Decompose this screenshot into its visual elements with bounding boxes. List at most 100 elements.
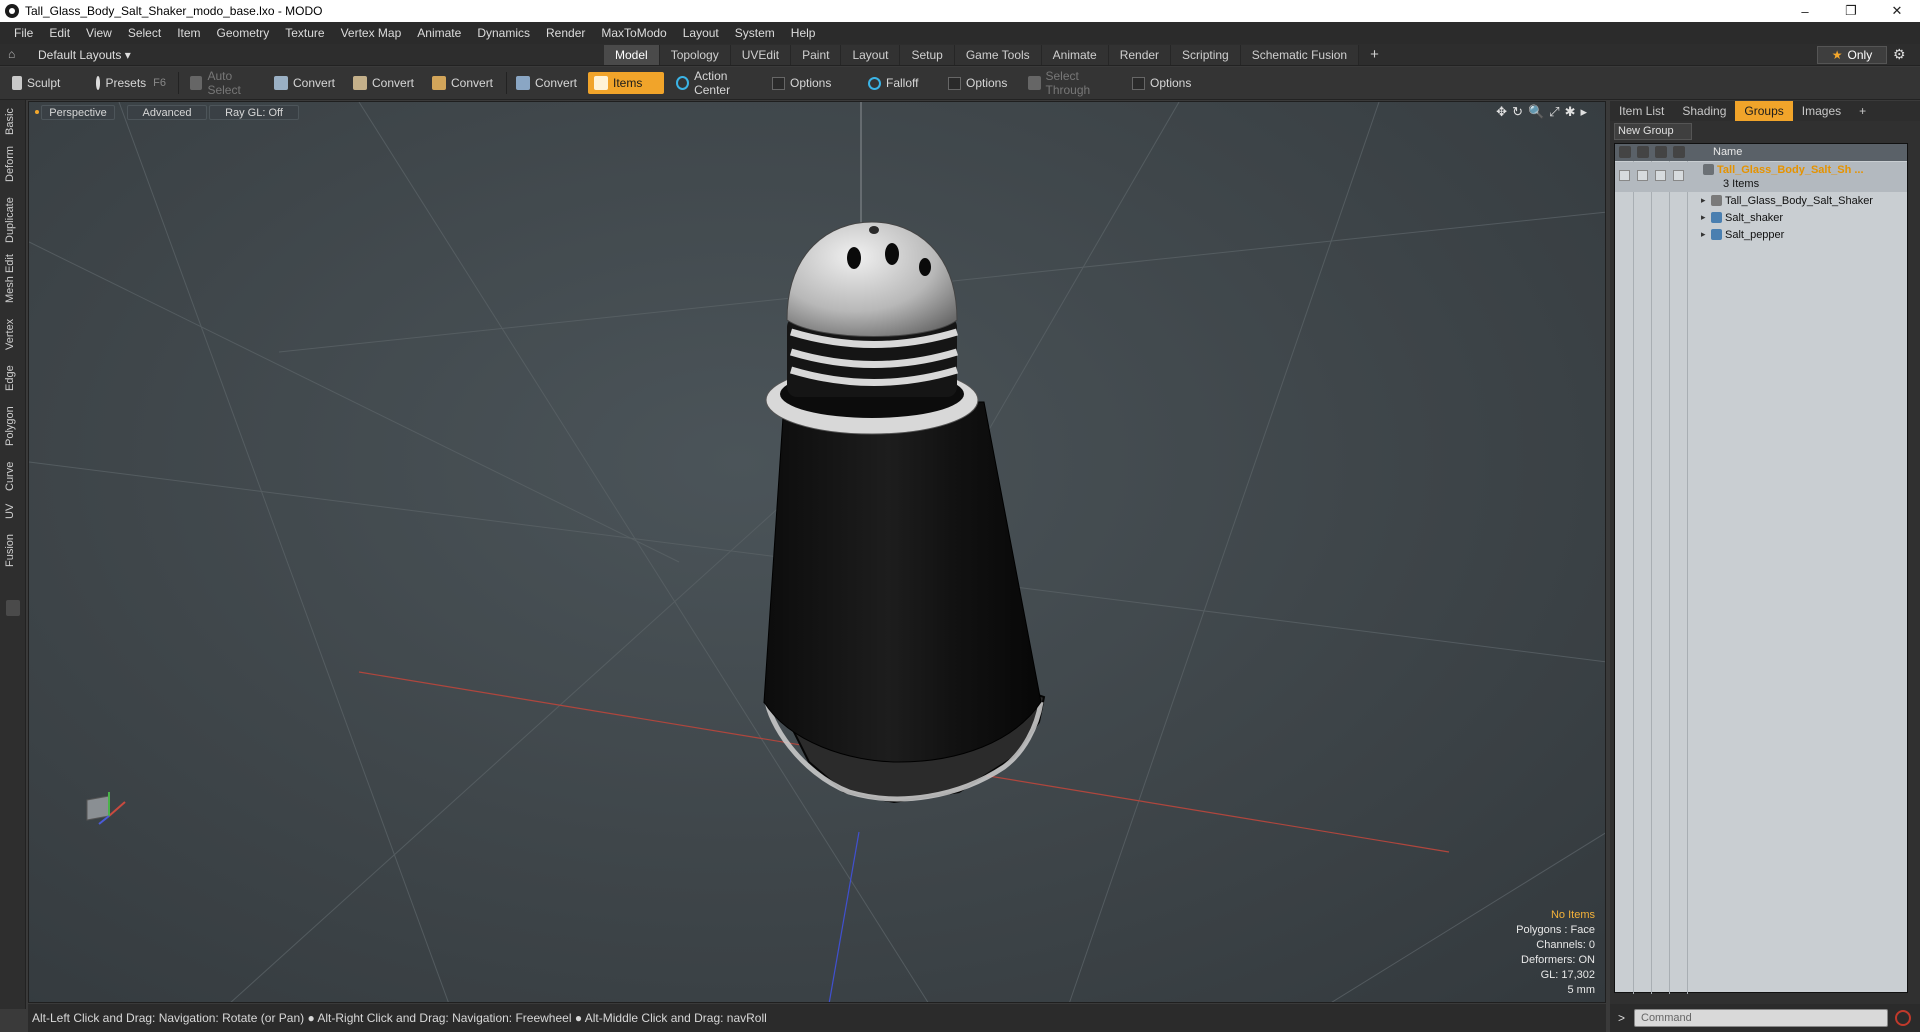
menu-edit[interactable]: Edit — [41, 26, 78, 40]
side-tab-basic[interactable]: Basic — [4, 106, 22, 138]
tab-topology[interactable]: Topology — [659, 45, 731, 65]
tab-game-tools[interactable]: Game Tools — [954, 45, 1042, 65]
expand-arrow-icon[interactable]: ▸ — [1580, 104, 1587, 120]
convert-polygon-button[interactable]: Convert — [426, 72, 504, 94]
add-panel-tab-button[interactable]: + — [1850, 101, 1875, 121]
viewport-settings-icon[interactable]: ✱ — [1565, 104, 1576, 120]
menu-file[interactable]: File — [6, 26, 41, 40]
menu-layout[interactable]: Layout — [675, 26, 727, 40]
select-through-options-button[interactable]: Options — [1126, 72, 1210, 94]
select-column-icon[interactable] — [1673, 146, 1685, 158]
stop-icon[interactable] — [1895, 1010, 1911, 1026]
visibility-toggle[interactable] — [1619, 170, 1630, 181]
menu-texture[interactable]: Texture — [277, 26, 332, 40]
tab-item-list[interactable]: Item List — [1610, 101, 1673, 121]
menu-bar: File Edit View Select Item Geometry Text… — [0, 22, 1920, 44]
side-tab-toggle-icon[interactable] — [6, 600, 20, 616]
tab-shading[interactable]: Shading — [1673, 101, 1735, 121]
name-column-header[interactable]: Name — [1713, 146, 1742, 158]
expand-arrow-icon[interactable]: ▸ — [1701, 212, 1706, 223]
list-item[interactable]: ▸ Salt_pepper — [1615, 227, 1907, 243]
restore-button[interactable]: ❐ — [1828, 0, 1874, 22]
new-group-button[interactable]: New Group — [1614, 123, 1692, 140]
tab-animate[interactable]: Animate — [1041, 45, 1109, 65]
command-input[interactable]: Command — [1634, 1009, 1888, 1027]
tab-paint[interactable]: Paint — [791, 45, 842, 65]
gear-icon[interactable]: ⚙ — [1893, 46, 1906, 63]
tab-setup[interactable]: Setup — [900, 45, 955, 65]
side-tab-vertex[interactable]: Vertex — [4, 314, 22, 354]
items-mode-button[interactable]: Items — [588, 72, 664, 94]
sculpt-button[interactable]: Sculpt — [6, 72, 88, 94]
action-center-options-button[interactable]: Options — [766, 72, 856, 94]
convert-vertex-button[interactable]: Convert — [268, 72, 346, 94]
menu-render[interactable]: Render — [538, 26, 593, 40]
select-toggle[interactable] — [1673, 170, 1684, 181]
tab-scripting[interactable]: Scripting — [1171, 45, 1241, 65]
tab-layout[interactable]: Layout — [841, 45, 901, 65]
menu-maxtomodo[interactable]: MaxToModo — [593, 26, 674, 40]
side-tab-uv[interactable]: UV — [4, 500, 22, 522]
rotate-icon[interactable]: ↻ — [1512, 104, 1523, 120]
group-row[interactable]: Tall_Glass_Body_Salt_Sh ... 3 Items — [1615, 162, 1907, 192]
falloff-button[interactable]: Falloff — [862, 72, 942, 94]
tab-model[interactable]: Model — [604, 45, 660, 65]
menu-help[interactable]: Help — [783, 26, 824, 40]
side-tab-edge[interactable]: Edge — [4, 362, 22, 394]
raygl-button[interactable]: Ray GL: Off — [209, 105, 299, 120]
side-tab-curve[interactable]: Curve — [4, 458, 22, 494]
only-toggle-button[interactable]: ★ Only — [1817, 46, 1887, 64]
shading-mode-button[interactable]: Advanced — [127, 105, 207, 120]
menu-dynamics[interactable]: Dynamics — [469, 26, 538, 40]
options-checkbox[interactable] — [772, 76, 785, 90]
locator-icon — [1711, 195, 1722, 206]
menu-vertex-map[interactable]: Vertex Map — [333, 26, 410, 40]
render-column-icon[interactable] — [1637, 146, 1649, 158]
menu-system[interactable]: System — [727, 26, 783, 40]
salt-shaker-model[interactable] — [763, 221, 1046, 804]
maximize-icon[interactable]: ⤢ — [1549, 104, 1559, 120]
side-tab-mesh-edit[interactable]: Mesh Edit — [4, 254, 22, 304]
convert-material-button[interactable]: Convert — [510, 72, 586, 94]
expand-arrow-icon[interactable]: ▸ — [1701, 229, 1706, 240]
auto-select-button[interactable]: Auto Select — [184, 69, 268, 97]
tab-render[interactable]: Render — [1108, 45, 1172, 65]
tab-uvedit[interactable]: UVEdit — [730, 45, 792, 65]
side-tab-deform[interactable]: Deform — [4, 144, 22, 184]
select-through-button[interactable]: Select Through — [1022, 69, 1124, 97]
list-item[interactable]: ▸ Tall_Glass_Body_Salt_Shaker — [1615, 193, 1907, 209]
render-toggle[interactable] — [1637, 170, 1648, 181]
options-checkbox[interactable] — [1132, 76, 1145, 90]
zoom-icon[interactable]: 🔍 — [1528, 104, 1544, 120]
side-tab-fusion[interactable]: Fusion — [4, 530, 22, 570]
tab-images[interactable]: Images — [1793, 101, 1850, 121]
3d-viewport[interactable]: Perspective Advanced Ray GL: Off ✥ ↻ 🔍 ⤢… — [28, 101, 1606, 1003]
falloff-options-button[interactable]: Options — [942, 72, 1022, 94]
viewport-menu-dot[interactable] — [35, 110, 39, 114]
minimize-button[interactable]: – — [1782, 0, 1828, 22]
options-checkbox[interactable] — [948, 76, 961, 90]
side-tab-polygon[interactable]: Polygon — [4, 402, 22, 450]
pan-icon[interactable]: ✥ — [1496, 104, 1507, 120]
menu-geometry[interactable]: Geometry — [209, 26, 278, 40]
visibility-column-icon[interactable] — [1619, 146, 1631, 158]
add-tab-button[interactable]: + — [1359, 45, 1390, 65]
list-item[interactable]: ▸ Salt_shaker — [1615, 210, 1907, 226]
convert-edge-button[interactable]: Convert — [347, 72, 425, 94]
default-layouts-dropdown[interactable]: Default Layouts ▾ — [38, 48, 131, 62]
expand-arrow-icon[interactable]: ▸ — [1701, 195, 1706, 206]
side-tab-duplicate[interactable]: Duplicate — [4, 194, 22, 246]
menu-view[interactable]: View — [78, 26, 120, 40]
tab-schematic-fusion[interactable]: Schematic Fusion — [1240, 45, 1360, 65]
tab-groups[interactable]: Groups — [1735, 101, 1793, 121]
perspective-view-button[interactable]: Perspective — [41, 105, 115, 120]
menu-select[interactable]: Select — [120, 26, 169, 40]
action-center-button[interactable]: Action Center — [670, 69, 766, 97]
close-button[interactable]: ✕ — [1874, 0, 1920, 22]
layout-home-icon[interactable]: ⌂ — [8, 47, 22, 61]
menu-item[interactable]: Item — [169, 26, 208, 40]
presets-button[interactable]: Presets F6 — [90, 72, 172, 94]
lock-toggle[interactable] — [1655, 170, 1666, 181]
lock-column-icon[interactable] — [1655, 146, 1667, 158]
menu-animate[interactable]: Animate — [409, 26, 469, 40]
